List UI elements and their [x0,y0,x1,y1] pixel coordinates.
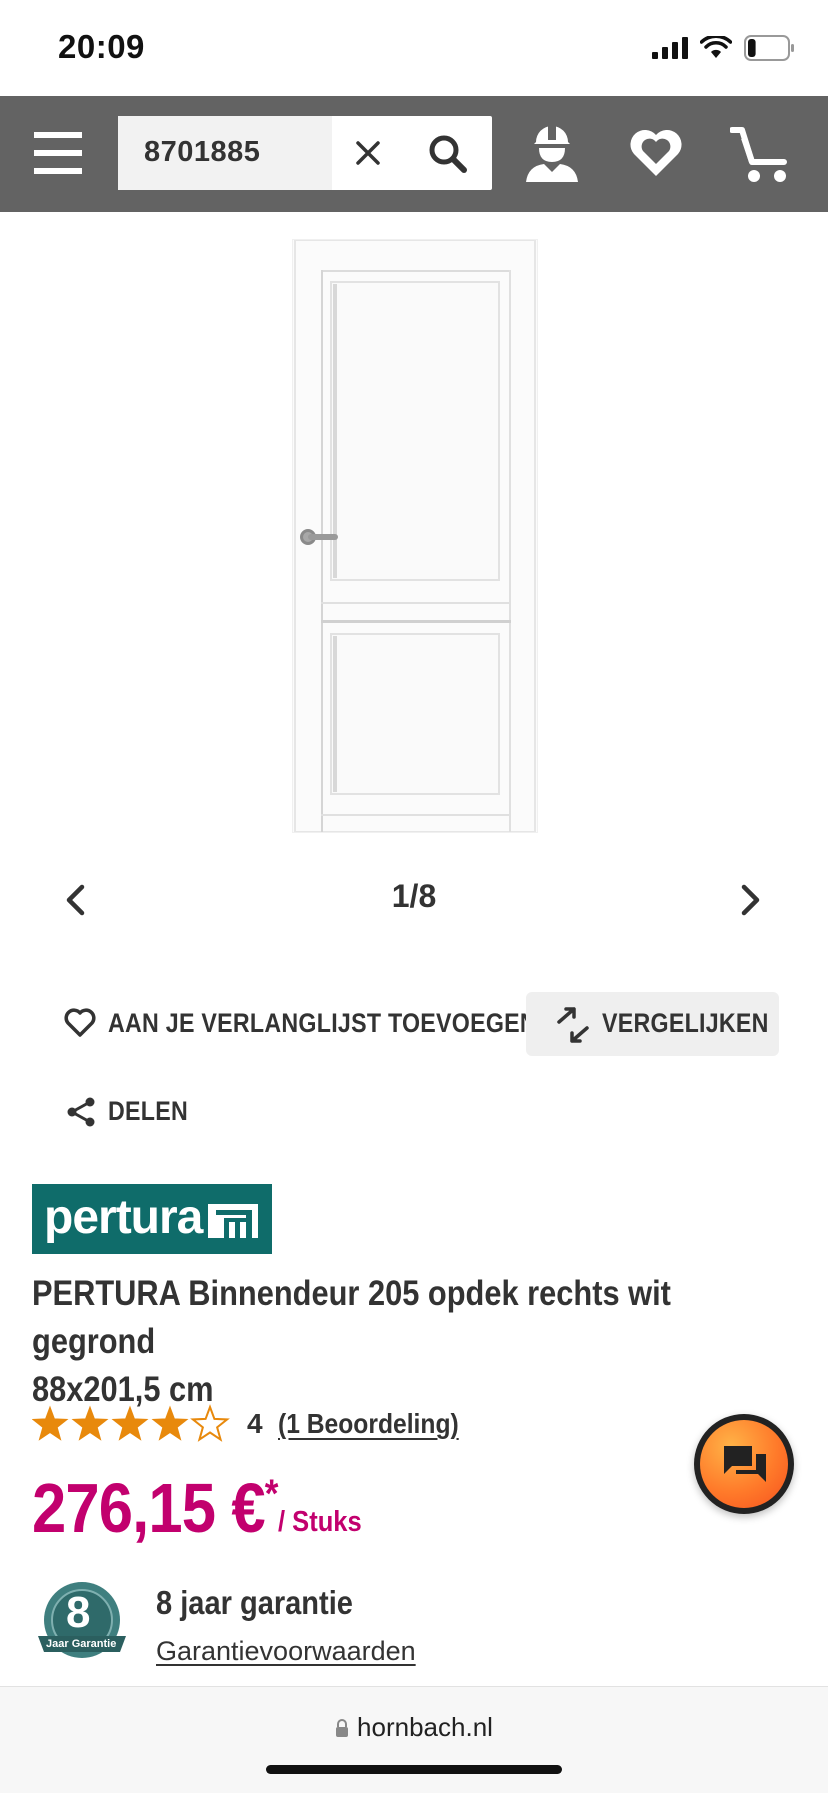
url-text: hornbach.nl [357,1712,493,1742]
compare-label: VERGELIJKEN [602,1008,769,1038]
search-icon[interactable] [428,134,468,174]
price-unit: / Stuks [278,1506,362,1538]
warranty-conditions-link[interactable]: Garantievoorwaarden [156,1636,416,1667]
brand-logo-text: pertura [44,1191,203,1244]
compare-icon [557,1007,589,1043]
star-rating [31,1404,232,1444]
compare-button[interactable]: VERGELIJKEN [526,992,779,1056]
share-label: DELEN [108,1096,188,1126]
wishlist-label: AAN JE VERLANGLIJST TOEVOEGEN [108,1008,537,1038]
lock-icon [336,1719,349,1737]
star-filled-icon [151,1405,189,1441]
chat-button[interactable] [694,1414,794,1514]
url-bar[interactable]: hornbach.nl [0,1712,828,1743]
clear-icon[interactable] [356,141,380,165]
warranty-badge: 8 Jaar Garantie [30,1580,134,1666]
signal-icon [652,37,688,59]
home-indicator[interactable] [266,1765,562,1774]
star-filled-icon [111,1405,149,1441]
price-value: 276,15 € [32,1469,266,1547]
wishlist-icon[interactable] [628,126,684,178]
status-icons [652,34,796,62]
image-pager: 1/8 [391,878,437,914]
product-image[interactable] [293,239,537,833]
warranty-title: 8 jaar garantie [156,1584,353,1621]
cart-icon[interactable] [729,124,790,184]
star-filled-icon [71,1405,109,1441]
share-button[interactable]: DELEN [62,1090,202,1134]
battery-icon [744,35,794,61]
warranty-badge-text: Jaar Garantie [46,1638,117,1650]
wifi-icon [700,36,732,58]
star-empty-icon [190,1404,230,1442]
status-time: 20:09 [58,28,145,65]
product-title-line1: PERTURA Binnendeur 205 opdek rechts wit … [32,1274,671,1361]
add-to-wishlist-button[interactable]: AAN JE VERLANGLIJST TOEVOEGEN [62,1000,537,1048]
chat-icon [724,1446,766,1482]
star-filled-icon [31,1405,69,1441]
door-illustration [293,239,537,833]
rating-value: 4 [247,1408,263,1439]
warranty-badge-number: 8 [66,1588,91,1637]
price-footnote-marker: * [264,1472,279,1516]
reviews-link[interactable]: (1 Beoordeling) [278,1408,459,1440]
price: 276,15 €* [32,1468,278,1548]
brand-logo-mark [208,1204,258,1238]
share-icon [67,1097,95,1127]
heart-icon [64,1008,96,1037]
search-input-value[interactable]: 8701885 [144,136,260,169]
account-icon[interactable] [522,120,582,184]
brand-logo[interactable]: pertura [32,1184,272,1254]
menu-icon[interactable] [34,132,82,174]
next-image-button[interactable] [740,884,762,916]
product-title: PERTURA Binnendeur 205 opdek rechts wit … [32,1270,792,1414]
